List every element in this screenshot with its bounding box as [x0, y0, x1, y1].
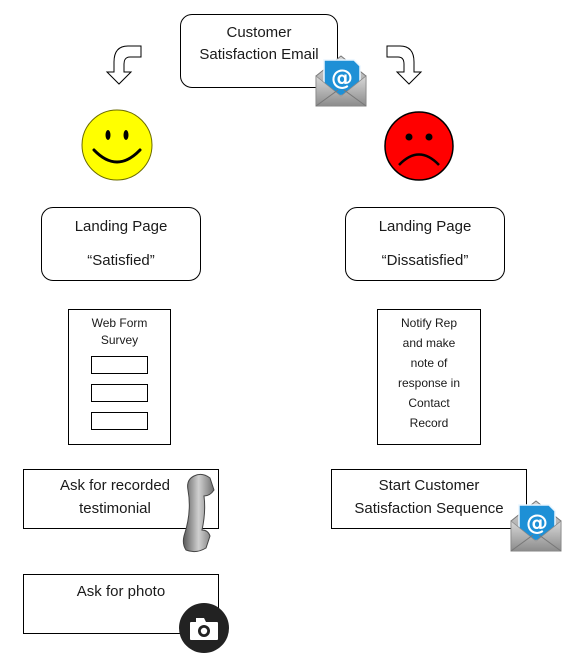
form-field — [91, 384, 148, 402]
start-customer-satisfaction-sequence-node: Start Customer Satisfaction Sequence — [331, 469, 527, 529]
sequence-line1: Start Customer — [378, 477, 480, 494]
testimonial-line2: testimonial — [79, 500, 151, 517]
notify-line: Record — [409, 416, 449, 430]
testimonial-line1: Ask for recorded — [59, 477, 171, 494]
landing-subtitle: “Dissatisfied” — [381, 252, 469, 269]
notify-line: response in — [397, 376, 461, 390]
curved-arrow-right-icon — [386, 45, 423, 85]
sad-face-icon — [384, 111, 454, 181]
svg-text:@: @ — [331, 66, 353, 91]
web-form-subtitle: Survey — [100, 333, 139, 347]
notify-line: Notify Rep — [400, 316, 458, 330]
node-label-line1: Customer — [226, 24, 292, 41]
photo-label: Ask for photo — [76, 583, 166, 600]
landing-page-dissatisfied-node: Landing Page “Dissatisfied” — [345, 207, 505, 281]
curved-arrow-left-icon — [105, 45, 142, 85]
email-icon: @ — [510, 500, 562, 552]
web-form-survey-node: Web Form Survey — [68, 309, 171, 445]
form-field — [91, 412, 148, 430]
notify-line: and make — [402, 336, 456, 350]
node-label-line2: Satisfaction Email — [199, 46, 319, 63]
notify-line: note of — [410, 356, 448, 370]
notify-line: Contact — [408, 396, 450, 410]
sequence-line2: Satisfaction Sequence — [354, 500, 504, 517]
phone-icon — [182, 473, 215, 553]
svg-text:@: @ — [526, 511, 548, 536]
landing-title: Landing Page — [74, 218, 168, 235]
notify-rep-node: Notify Rep and make note of response in … — [377, 309, 481, 445]
form-field — [91, 356, 148, 374]
landing-title: Landing Page — [378, 218, 472, 235]
email-icon: @ — [315, 55, 367, 107]
web-form-title: Web Form — [91, 316, 148, 330]
happy-face-icon — [81, 109, 153, 181]
landing-page-satisfied-node: Landing Page “Satisfied” — [41, 207, 201, 281]
landing-subtitle: “Satisfied” — [87, 252, 155, 269]
camera-icon — [179, 603, 229, 653]
